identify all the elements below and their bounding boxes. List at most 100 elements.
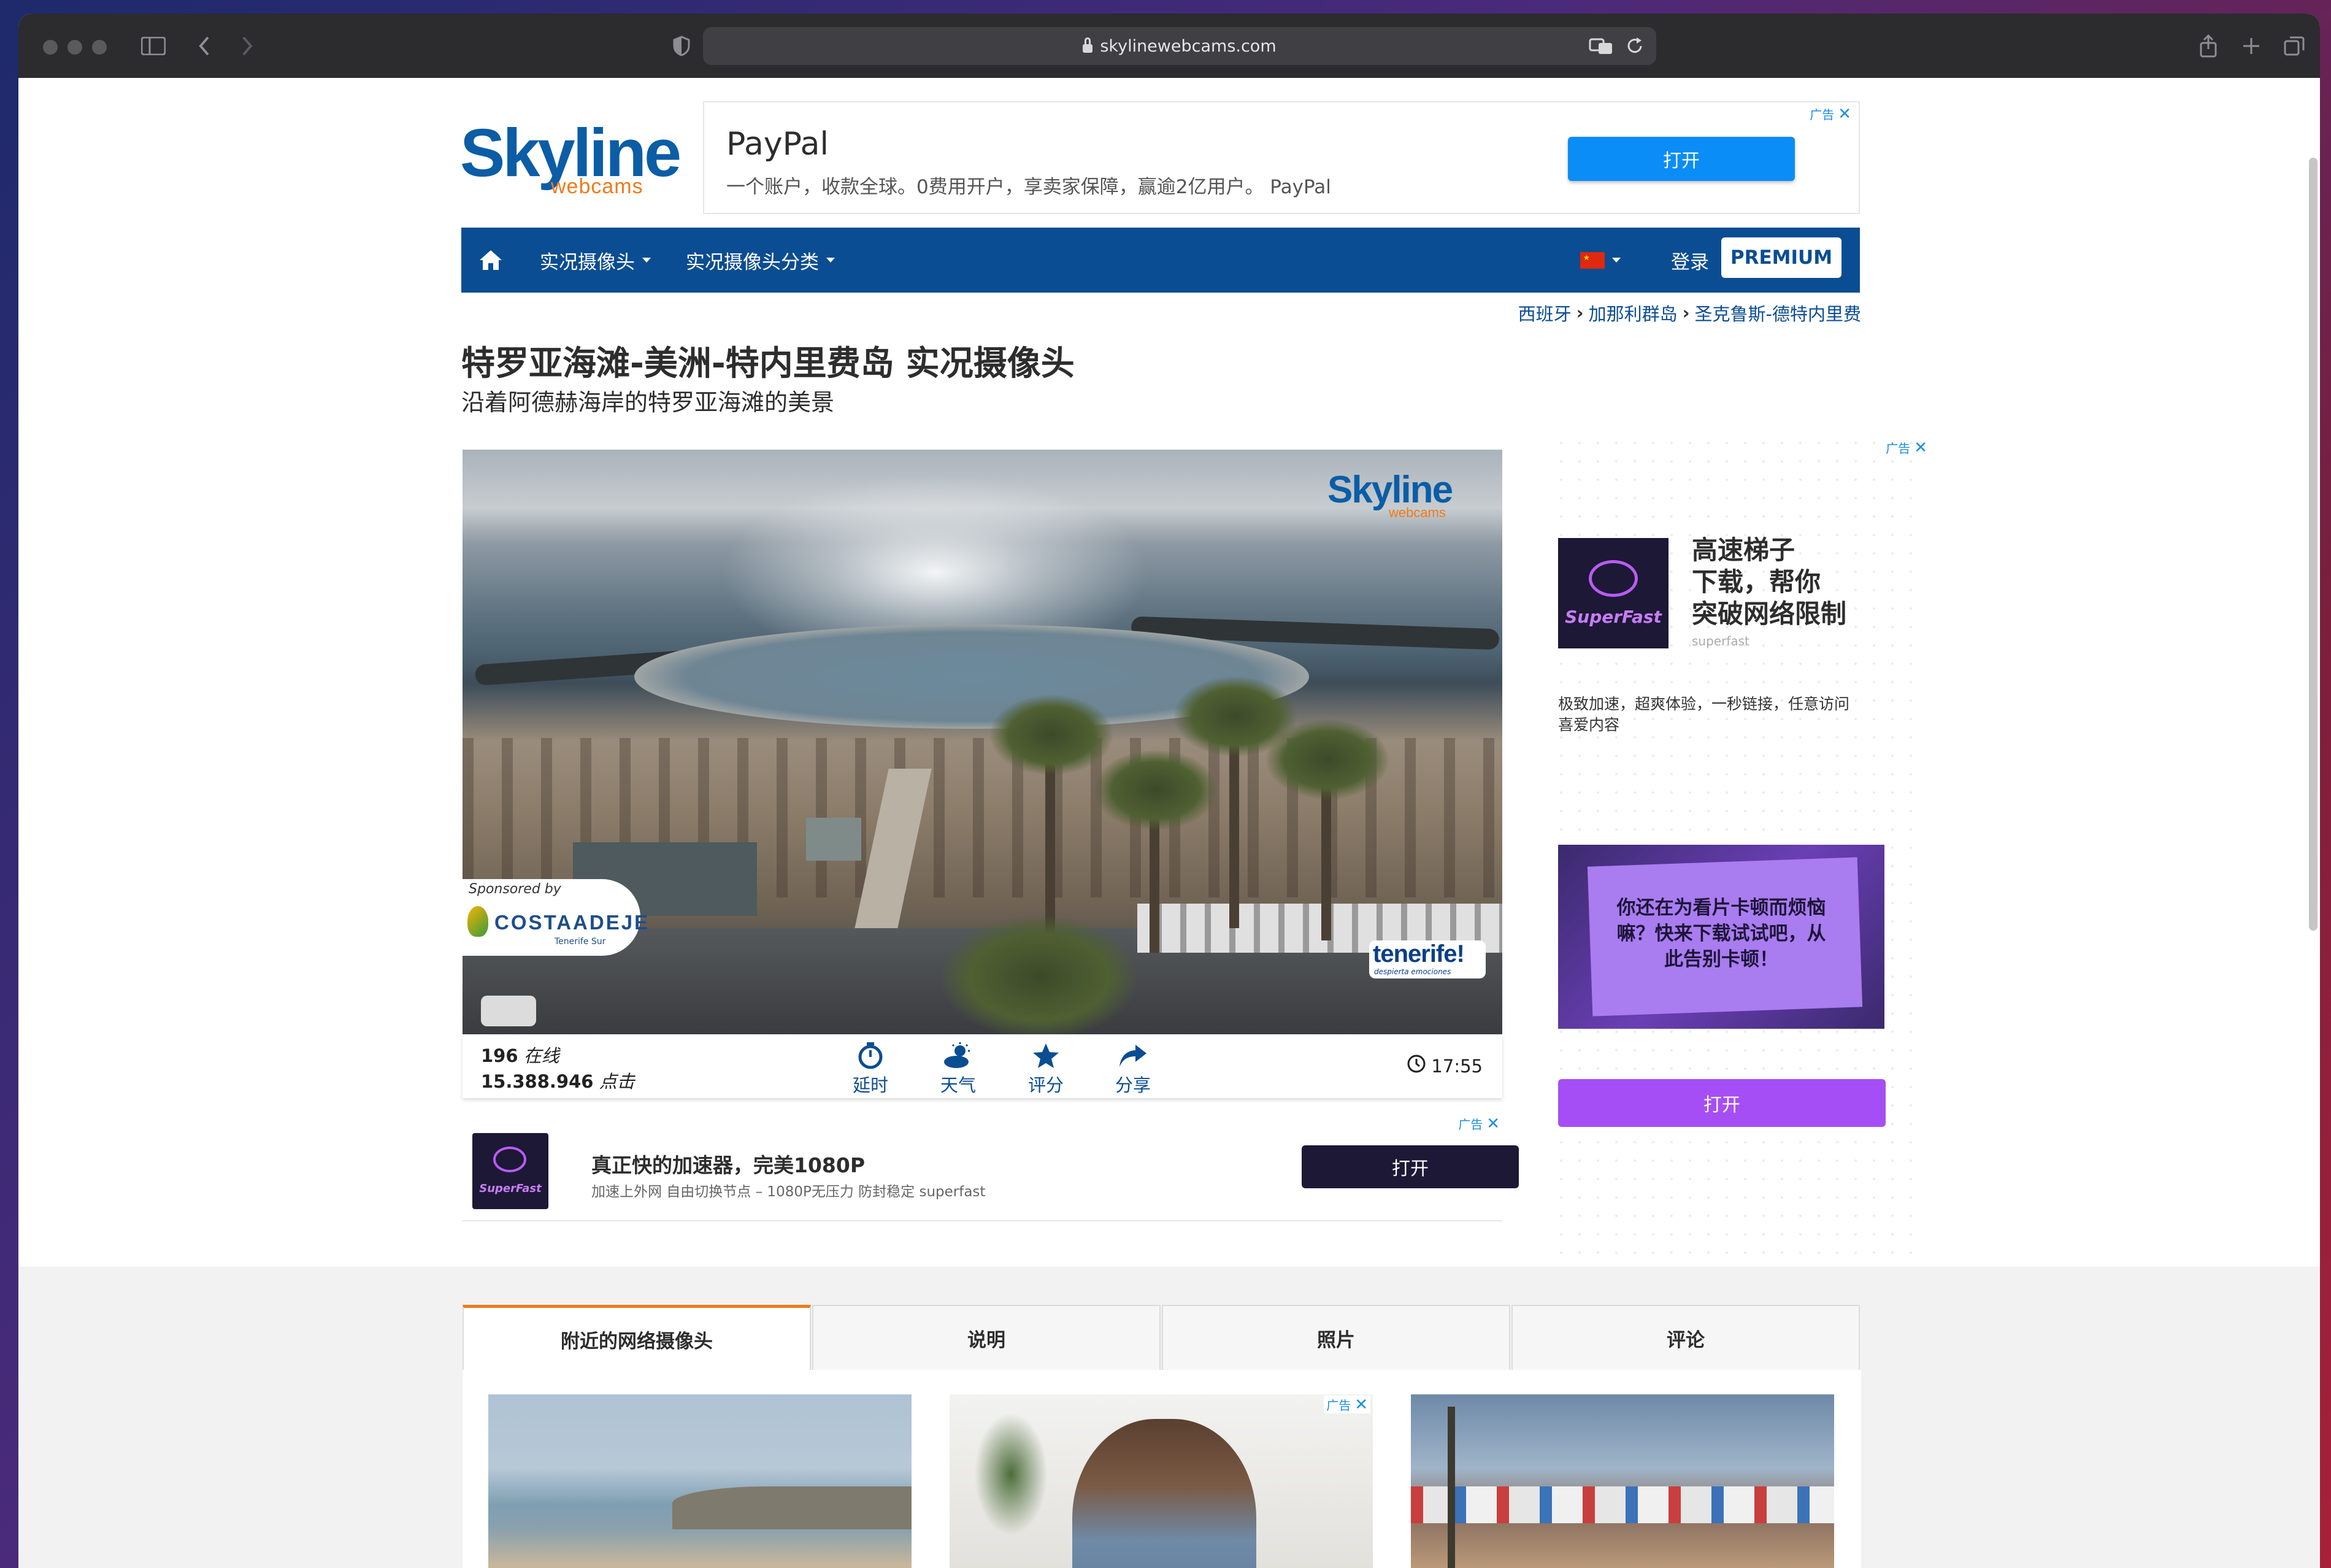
palm-leaves bbox=[1094, 750, 1217, 830]
sidebar-toggle-icon[interactable] bbox=[135, 32, 172, 60]
site-logo[interactable]: Skyline webcams bbox=[460, 120, 682, 199]
ad-open-button[interactable]: 打开 bbox=[1568, 137, 1795, 181]
nav-live-cams[interactable]: 实况摄像头 bbox=[540, 228, 651, 293]
side-ad-desc-line: 极致加速，超爽体验，一秒链接，任意访问 bbox=[1558, 695, 1850, 713]
webcam-video[interactable]: Skyline webcams Sponsored by COSTAADEJE … bbox=[463, 450, 1502, 1034]
ad-tag-label: 广告 bbox=[1326, 1398, 1351, 1413]
sponsor-tagline: Tenerife Sur bbox=[555, 937, 606, 947]
close-window-button[interactable] bbox=[43, 40, 58, 55]
nav-live-cams-label: 实况摄像头 bbox=[540, 251, 635, 274]
superfast-logo-text: SuperFast bbox=[479, 1182, 542, 1195]
share-label: 分享 bbox=[1115, 1075, 1151, 1096]
ad-open-button[interactable]: 打开 bbox=[1302, 1145, 1519, 1188]
webpage: Skyline webcams 广告 ✕ PayPal 一个账户，收款全球。0费用… bbox=[18, 78, 2320, 1568]
ad-description: 一个账户，收款全球。0费用开户，享卖家保障，赢逾2亿用户。 PayPal bbox=[726, 176, 1331, 198]
ad-title[interactable]: 真正快的加速器，完美1080P bbox=[591, 1149, 865, 1178]
translate-icon[interactable] bbox=[1583, 32, 1619, 60]
side-ad-title[interactable]: 高速梯子 下载，帮你 突破网络限制 bbox=[1692, 534, 1846, 630]
ad-close[interactable]: 广告 ✕ bbox=[1324, 1396, 1370, 1413]
login-link[interactable]: 登录 bbox=[1671, 228, 1709, 293]
reload-icon[interactable] bbox=[1619, 32, 1650, 60]
timelapse-button[interactable]: 延时 bbox=[843, 1040, 898, 1097]
rating-label: 评分 bbox=[1027, 1075, 1064, 1096]
language-selector[interactable]: ★ bbox=[1580, 228, 1621, 293]
thumb-coast bbox=[672, 1486, 912, 1529]
nav-categories[interactable]: 实况摄像头分类 bbox=[686, 228, 835, 293]
clock-icon bbox=[1407, 1054, 1426, 1078]
sponsor-badge[interactable]: Sponsored by COSTAADEJE Tenerife Sur bbox=[463, 879, 648, 956]
thumb-flags bbox=[1411, 1486, 1834, 1523]
share-button[interactable]: 分享 bbox=[1105, 1040, 1161, 1097]
nearby-webcam-thumbnail[interactable] bbox=[488, 1394, 912, 1568]
breadcrumb: 西班牙 › 加那利群岛 › 圣克鲁斯-德特内里费 bbox=[1518, 300, 1861, 326]
nearby-webcam-thumbnail[interactable] bbox=[1411, 1394, 1834, 1568]
online-label: 在线 bbox=[523, 1045, 559, 1066]
parked-car bbox=[481, 996, 536, 1026]
side-ad-open-button[interactable]: 打开 bbox=[1558, 1079, 1886, 1127]
logo-subtext: webcams bbox=[551, 175, 643, 198]
side-ad-description: 极致加速，超爽体验，一秒链接，任意访问 喜爱内容 bbox=[1558, 694, 1849, 736]
thumbnail-ad[interactable]: 广告 ✕ bbox=[950, 1394, 1373, 1568]
side-ad-title-line: 突破网络限制 bbox=[1692, 599, 1847, 629]
ad-close[interactable]: 广告 ✕ bbox=[1458, 1115, 1500, 1132]
tab-photos[interactable]: 照片 bbox=[1162, 1305, 1510, 1371]
side-ad: 广告 ✕ SuperFast 高速梯子 下载，帮你 突破网络限制 superfas… bbox=[1552, 434, 1927, 1256]
online-number: 196 bbox=[481, 1045, 518, 1066]
side-ad-image-text: 你还在为看片卡顿而烦恼 嘛？快来下载试试吧，从 此告别卡顿！ bbox=[1558, 895, 1884, 972]
breadcrumb-item[interactable]: 西班牙 bbox=[1518, 300, 1572, 326]
superfast-logo[interactable]: SuperFast bbox=[472, 1133, 548, 1209]
minimize-window-button[interactable] bbox=[67, 40, 82, 55]
ad-tag-label: 广告 bbox=[1810, 107, 1835, 122]
china-flag-icon: ★ bbox=[1580, 252, 1605, 269]
star-icon bbox=[1018, 1040, 1073, 1071]
address-bar[interactable]: skylinewebcams.com bbox=[703, 27, 1656, 65]
palm-leaves bbox=[941, 916, 1137, 1034]
tab-description[interactable]: 说明 bbox=[812, 1305, 1161, 1371]
weather-label: 天气 bbox=[940, 1075, 976, 1096]
costa-adeje-icon bbox=[467, 906, 488, 937]
weather-button[interactable]: 天气 bbox=[931, 1040, 986, 1097]
hits-label: 点击 bbox=[599, 1071, 635, 1092]
hits-number: 15.388.946 bbox=[481, 1071, 594, 1092]
zoom-window-button[interactable] bbox=[92, 40, 107, 55]
side-ad-image[interactable]: 你还在为看片卡顿而烦恼 嘛？快来下载试试吧，从 此告别卡顿！ bbox=[1558, 845, 1884, 1029]
video-stats-bar: 196 在线 15.388.946 点击 延时 天气 评分 分享 17:55 bbox=[463, 1034, 1502, 1098]
palm-leaves bbox=[1174, 677, 1297, 756]
breadcrumb-item[interactable]: 圣克鲁斯-德特内里费 bbox=[1695, 300, 1861, 326]
forward-icon[interactable] bbox=[232, 32, 263, 60]
breadcrumb-item[interactable]: 加那利群岛 bbox=[1589, 300, 1678, 326]
privacy-shield-icon[interactable] bbox=[666, 32, 697, 60]
lifeguard-hut bbox=[806, 818, 861, 861]
page-scrollbar[interactable] bbox=[2309, 158, 2318, 931]
online-count: 196 在线 bbox=[481, 1042, 559, 1067]
chevron-down-icon bbox=[826, 258, 835, 263]
ad-close[interactable]: 广告 ✕ bbox=[1810, 105, 1851, 123]
page-subtitle: 沿着阿德赫海岸的特罗亚海滩的美景 bbox=[461, 389, 835, 416]
premium-button[interactable]: PREMIUM bbox=[1721, 237, 1841, 278]
chevron-down-icon bbox=[642, 258, 651, 263]
tenerife-tagline: despierta emociones bbox=[1374, 967, 1451, 976]
superfast-logo[interactable]: SuperFast bbox=[1558, 538, 1669, 648]
tab-overview-icon[interactable] bbox=[2276, 32, 2313, 60]
close-icon: ✕ bbox=[1838, 104, 1851, 123]
back-icon[interactable] bbox=[189, 32, 220, 60]
new-tab-icon[interactable] bbox=[2233, 32, 2270, 60]
ad-tag-label: 广告 bbox=[1458, 1117, 1483, 1132]
tab-nearby-webcams[interactable]: 附近的网络摄像头 bbox=[463, 1305, 811, 1371]
home-icon[interactable] bbox=[478, 228, 503, 293]
ad-description: 加速上外网 自由切换节点 – 1080P无压力 防封稳定 superfast bbox=[591, 1184, 986, 1200]
tab-comments[interactable]: 评论 bbox=[1511, 1305, 1860, 1371]
hits-count: 15.388.946 点击 bbox=[481, 1067, 635, 1093]
share-page-icon[interactable] bbox=[2190, 32, 2227, 60]
side-ad-title-line: 高速梯子 bbox=[1692, 535, 1795, 565]
ad-title[interactable]: PayPal bbox=[726, 126, 829, 163]
close-icon: ✕ bbox=[1486, 1114, 1500, 1133]
ad-person-figure bbox=[1072, 1419, 1256, 1568]
ad-close[interactable]: 广告 ✕ bbox=[1886, 439, 1927, 456]
browser-toolbar: skylinewebcams.com bbox=[18, 13, 2320, 78]
content-tabs: 附近的网络摄像头 说明 照片 评论 bbox=[463, 1305, 1861, 1371]
rating-button[interactable]: 评分 bbox=[1018, 1040, 1073, 1097]
bottom-ad: 广告 ✕ SuperFast 真正快的加速器，完美1080P 加速上外网 自由切换… bbox=[463, 1115, 1519, 1221]
video-watermark-sub: webcams bbox=[1389, 505, 1446, 520]
main-navbar: 实况摄像头 实况摄像头分类 ★ 登录 PREMIUM bbox=[461, 228, 1860, 293]
